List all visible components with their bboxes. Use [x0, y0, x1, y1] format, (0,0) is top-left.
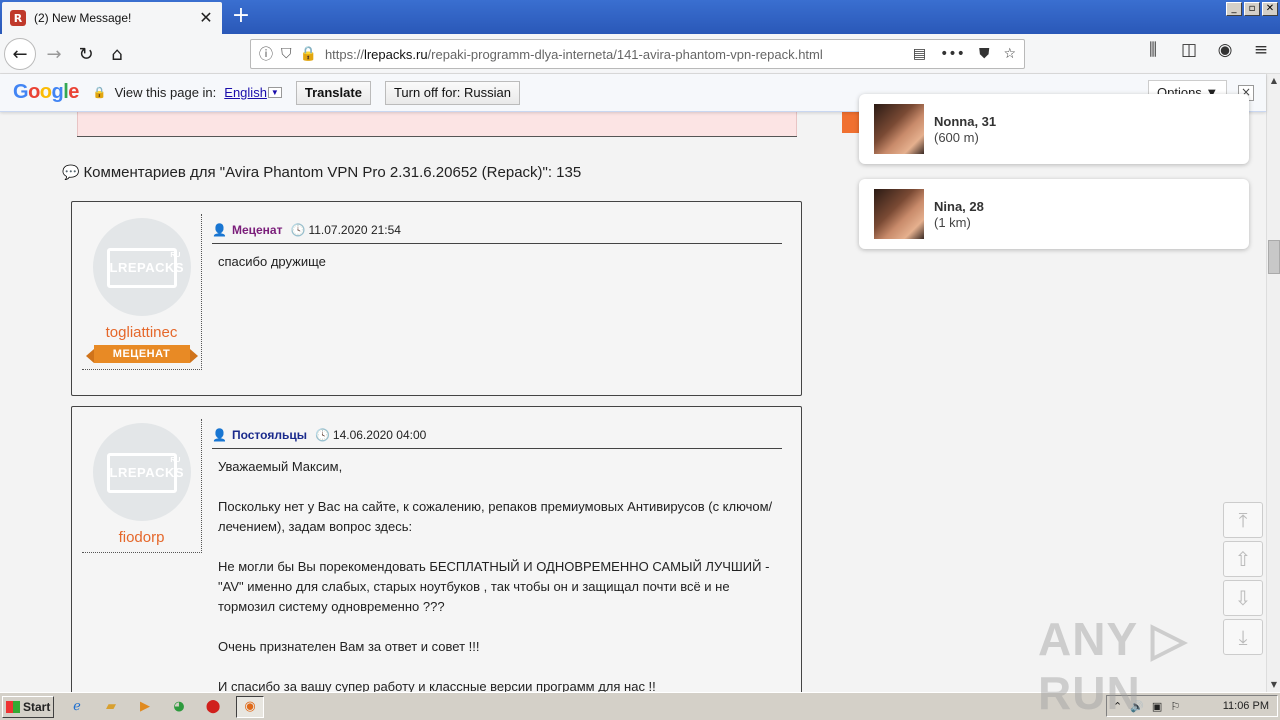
scroll-top-button[interactable]: ⤒: [1223, 502, 1263, 538]
library-icon[interactable]: ⫼: [1142, 40, 1164, 60]
comment: LREPACKS RU fiodorp 👤 Постояльцы 🕓 14.06…: [71, 406, 802, 692]
vertical-scrollbar[interactable]: ▲ ▼: [1266, 74, 1280, 692]
user-icon: 👤: [212, 427, 227, 442]
account-icon[interactable]: ◉: [1214, 40, 1236, 60]
comment-author: LREPACKS RU togliattinec МЕЦЕНАТ: [82, 214, 202, 370]
ie-icon[interactable]: ℯ: [66, 696, 88, 718]
menu-icon[interactable]: ≡: [1250, 40, 1272, 60]
new-tab-button[interactable]: +: [228, 4, 254, 30]
tab-title: (2) New Message!: [34, 11, 132, 25]
minimize-button[interactable]: _: [1226, 2, 1242, 16]
user-icon: 👤: [212, 222, 227, 237]
notification-name: Nina, 28: [934, 198, 984, 214]
media-player-icon[interactable]: ▶: [134, 696, 156, 718]
language-select[interactable]: English: [224, 85, 267, 100]
notification-name: Nonna, 31: [934, 113, 997, 129]
comment-text: спасибо дружище: [218, 254, 326, 269]
browser-tab[interactable]: R (2) New Message! ✕: [2, 2, 222, 34]
info-icon[interactable]: ⓘ: [259, 44, 273, 64]
avatar[interactable]: LREPACKS RU: [92, 218, 191, 316]
user-group: Постояльцы: [231, 427, 307, 442]
comments-icon: 💬: [62, 164, 80, 181]
scroll-down-button[interactable]: ⇩: [1223, 580, 1263, 616]
navigation-toolbar: ← → ↻ ⌂ ⓘ ⛉ 🔒 https://lrepacks.ru/repaki…: [0, 34, 1280, 74]
lock-icon[interactable]: 🔒: [300, 46, 317, 62]
back-button[interactable]: ←: [4, 38, 36, 70]
notification-thumbnail: [874, 189, 924, 239]
windows-logo-icon: [6, 700, 20, 713]
opera-icon[interactable]: ⬤: [202, 696, 224, 718]
home-button[interactable]: ⌂: [103, 40, 131, 68]
comments-heading: 💬 Комментариев для "Avira Phantom VPN Pr…: [62, 164, 582, 181]
firefox-icon[interactable]: ◉: [236, 695, 264, 718]
translate-prompt: View this page in:: [114, 85, 217, 100]
sidebar-icon[interactable]: ◫: [1178, 40, 1200, 60]
comment-date: 14.06.2020 04:00: [332, 427, 427, 442]
user-group: Меценат: [231, 222, 283, 237]
scrollbar-thumb[interactable]: [1268, 240, 1280, 274]
url-text[interactable]: https://lrepacks.ru/repaki-programm-dlya…: [325, 47, 913, 62]
clock-icon: 🕓: [290, 222, 306, 237]
chrome-icon[interactable]: ◕: [168, 696, 190, 718]
page-actions-icon[interactable]: •••: [940, 46, 965, 62]
status-badge: МЕЦЕНАТ: [85, 345, 198, 363]
start-button[interactable]: Start: [2, 695, 54, 718]
comment-meta: 👤 Постояльцы 🕓 14.06.2020 04:00: [212, 421, 782, 449]
title-bar: R (2) New Message! ✕ + _ ▫ ✕: [0, 0, 1280, 34]
close-window-button[interactable]: ✕: [1262, 2, 1278, 16]
scroll-up-button[interactable]: ⇧: [1223, 541, 1263, 577]
shield-icon[interactable]: ⛉: [281, 46, 292, 62]
bookmark-star-icon[interactable]: ☆: [1003, 46, 1016, 62]
turn-off-button[interactable]: Turn off for: Russian: [384, 80, 520, 105]
lock-icon: 🔒: [92, 86, 107, 99]
comment: LREPACKS RU togliattinec МЕЦЕНАТ 👤 Мецен…: [71, 201, 802, 396]
username[interactable]: fiodorp: [82, 529, 201, 546]
scroll-up-arrow-icon[interactable]: ▲: [1267, 74, 1280, 88]
clock-icon: 🕓: [314, 427, 330, 442]
forward-button[interactable]: →: [40, 40, 68, 68]
folder-icon[interactable]: ▰: [100, 696, 122, 718]
anyrun-watermark: ANY ▷ RUN: [1038, 613, 1188, 719]
notification-popup[interactable]: Nina, 28 (1 km): [859, 179, 1249, 249]
reload-button[interactable]: ↻: [72, 40, 100, 68]
comment-author: LREPACKS RU fiodorp: [82, 419, 202, 553]
comment-text: Уважаемый Максим, Поскольку нет у Вас на…: [218, 459, 773, 692]
reader-view-icon[interactable]: ▤: [913, 46, 926, 62]
notice-box: [77, 112, 797, 137]
notification-thumbnail: [874, 104, 924, 154]
divider: [77, 136, 797, 137]
chevron-down-icon[interactable]: ▼: [267, 87, 282, 98]
comment-meta: 👤 Меценат 🕓 11.07.2020 21:54: [212, 216, 782, 244]
translate-button[interactable]: Translate: [295, 80, 371, 105]
comment-date: 11.07.2020 21:54: [308, 222, 401, 237]
notification-distance: (600 m): [934, 129, 979, 145]
avatar[interactable]: LREPACKS RU: [92, 423, 191, 521]
tab-close-icon[interactable]: ✕: [198, 8, 214, 28]
pocket-icon[interactable]: ⛊: [979, 46, 990, 62]
notification-distance: (1 km): [934, 214, 971, 230]
username[interactable]: togliattinec: [82, 324, 201, 341]
window-controls: _ ▫ ✕: [1226, 2, 1278, 16]
address-bar[interactable]: ⓘ ⛉ 🔒 https://lrepacks.ru/repaki-program…: [250, 39, 1025, 69]
notification-popup[interactable]: Nonna, 31 (600 m): [859, 94, 1249, 164]
site-favicon-icon: R: [10, 10, 26, 26]
maximize-button[interactable]: ▫: [1244, 2, 1260, 16]
google-logo: Google: [13, 81, 79, 103]
